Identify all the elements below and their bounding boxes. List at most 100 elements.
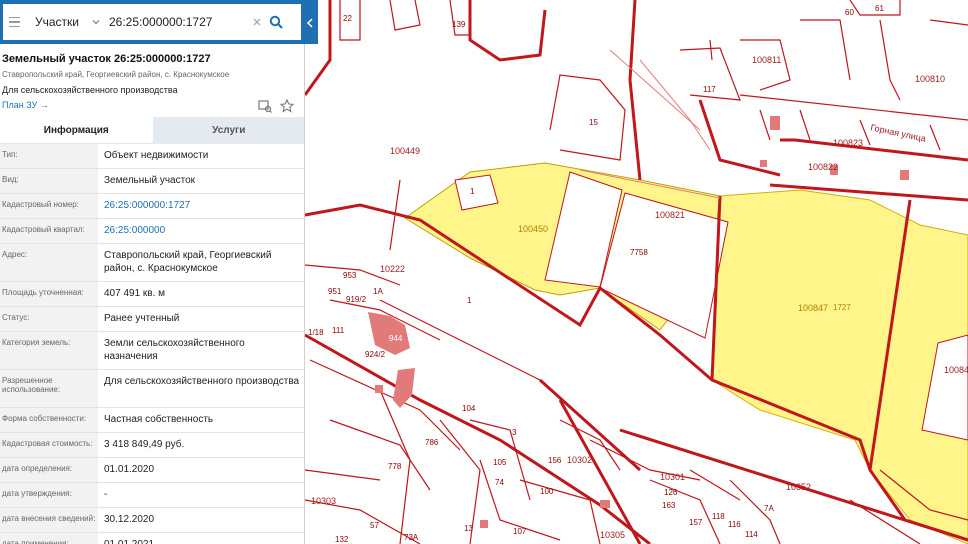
map-label: 951	[328, 287, 342, 296]
app-root: 22 139 60 61 100811 100810 117 15 100449…	[0, 0, 968, 544]
map-label: 132	[335, 535, 349, 544]
map-label: 10301	[660, 472, 686, 482]
map-label: 60	[845, 8, 854, 17]
map-label: 10084	[944, 365, 968, 375]
parcel-usage: Для сельскохозяйственного производства	[2, 85, 178, 95]
row-key: дата утверждения:	[0, 483, 98, 507]
map-label: 15	[589, 118, 598, 127]
search-type-select[interactable]: Участки	[35, 15, 91, 29]
map-label: 116	[728, 520, 741, 529]
search-input[interactable]: 26:25:000000:1727	[109, 15, 249, 29]
map-label: 1А	[373, 287, 383, 296]
row-value: 01.01.2020	[104, 464, 155, 475]
map-label: 944	[389, 334, 403, 343]
map-label: 118	[712, 512, 725, 521]
collapse-panel-button[interactable]	[303, 10, 316, 36]
info-row: Тип: Объект недвижимости	[0, 144, 304, 169]
row-key: Тип:	[0, 144, 98, 168]
map-label: 100823	[833, 138, 864, 148]
map-label: 126	[664, 488, 678, 497]
row-key: Кадастровый номер:	[0, 194, 98, 218]
tab-services[interactable]: Услуги	[152, 117, 304, 144]
map-label: 13	[464, 524, 473, 533]
map-label: 104	[462, 404, 476, 413]
row-value: Объект недвижимости	[104, 150, 209, 161]
map-label: 100822	[808, 162, 839, 172]
row-value: Земельный участок	[104, 175, 196, 186]
map-label: 786	[425, 438, 439, 447]
row-key: Разрешенное использование:	[0, 370, 98, 407]
map-label: 10222	[380, 264, 406, 274]
info-row: Кадастровый квартал: 26:25:000000	[0, 219, 304, 244]
search-box: Участки 26:25:000000:1727	[3, 4, 301, 40]
map-label: 114	[745, 530, 758, 539]
map-label: 10305	[600, 530, 626, 540]
row-key: дата определения:	[0, 458, 98, 482]
cadastral-quarter-link[interactable]: 26:25:000000	[98, 219, 304, 243]
row-value: -	[104, 489, 108, 500]
map-label: 100449	[390, 146, 421, 156]
chevron-down-icon[interactable]	[91, 17, 101, 27]
map-label: 100811	[752, 55, 782, 65]
info-row: Адрес: Ставропольский край, Георгиевский …	[0, 244, 304, 282]
map-label: 22	[343, 14, 352, 23]
row-key: Кадастровый квартал:	[0, 219, 98, 243]
plan-link[interactable]: План ЗУ →	[2, 100, 49, 110]
map-label: 10303	[311, 496, 337, 506]
map-label: 163	[662, 501, 676, 510]
map-label: 919/2	[346, 295, 367, 304]
row-key: дата применения:	[0, 533, 98, 544]
info-row: Площадь уточненная: 407 491 кв. м	[0, 282, 304, 307]
map-label: 156	[548, 456, 562, 465]
row-key: Площадь уточненная:	[0, 282, 98, 306]
row-key: Категория земель:	[0, 332, 98, 369]
info-row: дата утверждения: -	[0, 483, 304, 508]
map-label: 7758	[630, 248, 648, 257]
clear-icon[interactable]	[249, 15, 265, 30]
map-label: 107	[513, 527, 527, 536]
map-label: 1	[470, 187, 475, 196]
map-label: 100450	[518, 224, 549, 234]
map-label: 111	[332, 326, 345, 335]
row-value: Ранее учтенный	[104, 313, 180, 324]
selected-parcel-main	[711, 189, 968, 544]
row-value: Ставропольский край, Георгиевский район,…	[104, 250, 272, 274]
map-label: 74	[495, 478, 504, 487]
info-row: Кадастровая стоимость: 3 418 849,49 руб.	[0, 433, 304, 458]
map-label: 953	[343, 271, 357, 280]
map-label: 10302	[567, 455, 593, 465]
info-row: Статус: Ранее учтенный	[0, 307, 304, 332]
map-label: 100847	[798, 303, 829, 313]
map-label: 1727	[833, 303, 851, 312]
map-label: 1	[467, 296, 472, 305]
panel-tabs: Информация Услуги	[0, 117, 304, 144]
parcel-title: Земельный участок 26:25:000000:1727	[2, 53, 211, 65]
row-key: Статус:	[0, 307, 98, 331]
row-value: Земли сельскохозяйственного назначения	[104, 338, 245, 362]
parcel-address-short: Ставропольский край, Георгиевский район,…	[2, 70, 230, 79]
map-label: 157	[689, 518, 703, 527]
search-icon[interactable]	[265, 11, 287, 33]
map-label: 100821	[655, 210, 686, 220]
map-label: 57	[370, 521, 379, 530]
map-label: 7А	[764, 504, 774, 513]
info-row: Категория земель: Земли сельскохозяйствен…	[0, 332, 304, 370]
row-key: Вид:	[0, 169, 98, 193]
info-row: дата определения: 01.01.2020	[0, 458, 304, 483]
menu-icon[interactable]	[3, 4, 25, 40]
favorite-star-icon[interactable]	[279, 98, 295, 118]
cadastral-number-link[interactable]: 26:25:000000:1727	[98, 194, 304, 218]
map-label: 73А	[404, 533, 419, 542]
map-label: 3	[512, 428, 517, 437]
tab-information[interactable]: Информация	[0, 117, 153, 144]
row-key: дата внесения сведений:	[0, 508, 98, 532]
row-key: Форма собственности:	[0, 408, 98, 432]
row-value: 3 418 849,49 руб.	[104, 439, 185, 450]
print-map-icon[interactable]	[258, 99, 272, 118]
map-label: 100	[540, 487, 554, 496]
info-row: Вид: Земельный участок	[0, 169, 304, 194]
info-row: дата применения:01.01.2021	[0, 533, 304, 544]
map-label: 105	[493, 458, 507, 467]
info-table: Тип: Объект недвижимости Вид: Земельный уч…	[0, 144, 304, 544]
info-row: дата внесения сведений: 30.12.2020	[0, 508, 304, 533]
